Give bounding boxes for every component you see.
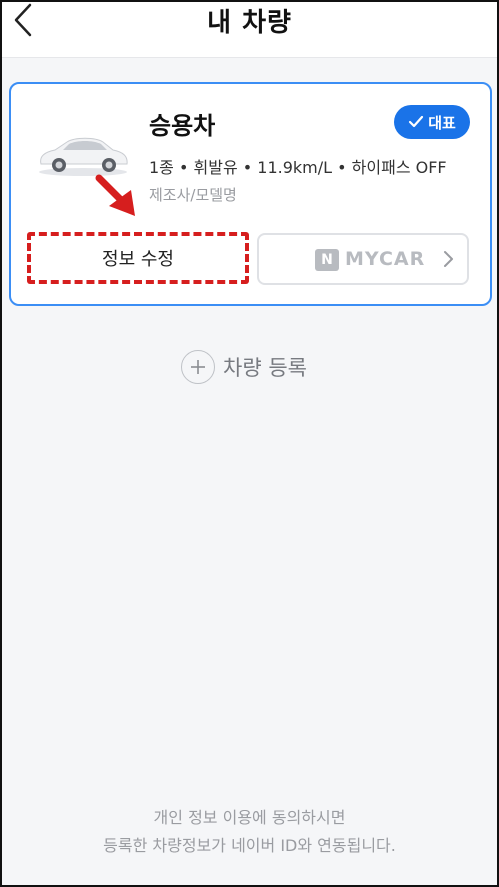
add-vehicle-label: 차량 등록 [223,356,307,380]
naver-logo-icon: N [315,249,339,271]
red-arrow-icon [95,174,135,216]
badge-label: 대표 [428,113,456,132]
representative-badge[interactable]: 대표 [394,105,470,139]
add-vehicle-button[interactable]: 차량 등록 [181,348,307,386]
mycar-label: MYCAR [345,248,426,270]
car-model: 제조사/모델명 [149,186,237,204]
car-name: 승용차 [149,112,216,140]
edit-info-label: 정보 수정 [102,249,174,270]
car-image [39,137,128,176]
footer-notice: 개인 정보 이용에 동의하시면 등록한 차량정보가 네이버 ID와 연동됩니다. [0,804,499,860]
plus-circle-icon [181,350,215,384]
footer-line-1: 개인 정보 이용에 동의하시면 [153,808,346,827]
page-title: 내 차량 [207,8,292,38]
vehicle-card[interactable]: 승용차 대표 1종 • 휘발유 • 11.9km/L • 하이패스 OFF 제조… [9,82,492,306]
edit-info-button[interactable]: 정보 수정 [27,232,249,284]
mycar-button[interactable]: N MYCAR [257,233,469,285]
footer-line-2: 등록한 차량정보가 네이버 ID와 연동됩니다. [103,836,396,855]
check-icon [409,115,424,128]
car-specs: 1종 • 휘발유 • 11.9km/L • 하이패스 OFF [149,158,447,177]
chevron-right-icon [444,251,453,267]
header-bar: 내 차량 [0,0,499,58]
